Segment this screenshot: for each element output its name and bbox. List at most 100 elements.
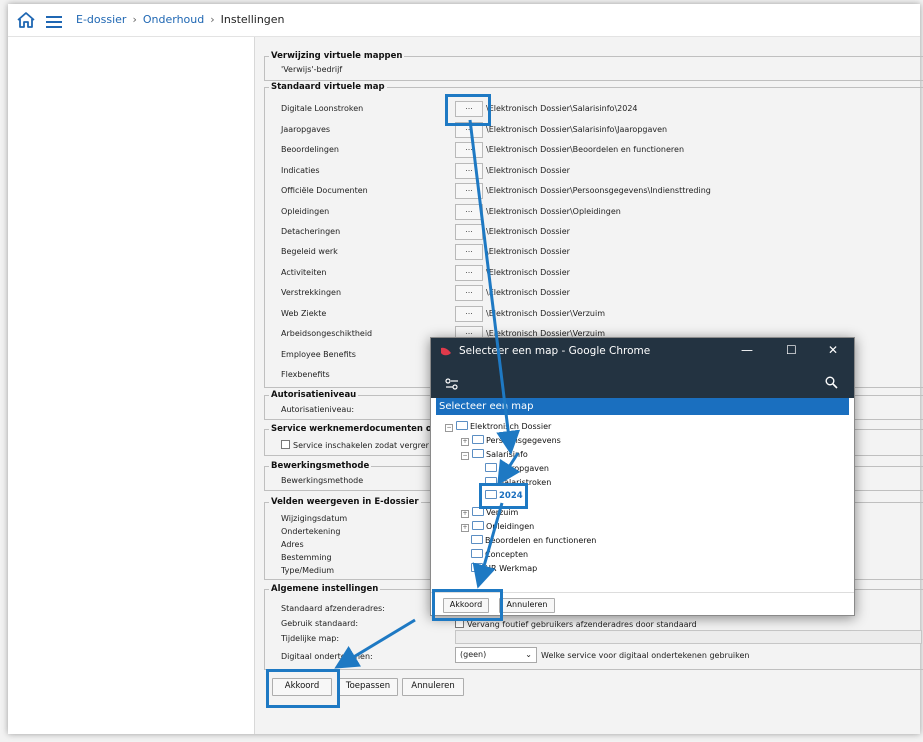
map-row-label: Digitale Loonstroken	[281, 104, 364, 113]
zoom-icon[interactable]	[825, 374, 838, 393]
browse-button[interactable]: ...	[455, 142, 483, 158]
breadcrumb: E-dossier › Onderhoud › Instellingen	[76, 13, 285, 26]
folder-icon	[471, 535, 483, 544]
tree-node-label: Verzuim	[486, 508, 519, 517]
map-row-path: \Elektronisch Dossier\Persoonsgegevens\I…	[486, 186, 711, 195]
map-row-path: \Elektronisch Dossier\Salarisinfo\2024	[486, 104, 638, 113]
map-row-label: Opleidingen	[281, 207, 330, 216]
sender-label: Standaard afzenderadres:	[281, 604, 385, 613]
expand-icon[interactable]: +	[461, 524, 469, 532]
map-row-label: Jaaropgaves	[281, 125, 331, 134]
close-icon[interactable]: ✕	[828, 343, 838, 357]
dialog-cancel-button[interactable]: Annuleren	[499, 598, 555, 613]
tree-node-label: Opleidingen	[486, 522, 535, 531]
breadcrumb-root[interactable]: E-dossier	[76, 13, 126, 26]
map-row-label: Officiële Documenten	[281, 186, 368, 195]
tree-node-label: Concepten	[485, 550, 529, 559]
service-checkbox-row[interactable]: Service inschakelen zodat vergrer	[281, 440, 429, 450]
group-legend: Algemene instellingen	[271, 584, 379, 594]
browse-button[interactable]: ...	[455, 265, 483, 281]
field-item: Adres	[281, 540, 304, 549]
highlight-ok-button	[266, 669, 340, 708]
tree-node-label: HR Werkmap	[485, 564, 538, 573]
select-folder-dialog: Selecteer een map - Google Chrome — ☐ ✕ …	[430, 337, 855, 616]
group-legend: Service werknemerdocumenten o	[271, 424, 432, 434]
browse-button[interactable]: ...	[455, 163, 483, 179]
top-bar: E-dossier › Onderhoud › Instellingen	[8, 4, 920, 37]
authorization-label: Autorisatieniveau:	[281, 405, 355, 414]
tree-node-label: Jaaropgaven	[499, 464, 549, 473]
temp-map-input[interactable]	[455, 630, 922, 644]
highlight-2024-node	[479, 483, 528, 509]
expand-icon[interactable]: +	[461, 438, 469, 446]
tree-node-persoonsgegevens[interactable]: + Persoonsgegevens	[461, 435, 561, 446]
chrome-logo-icon	[439, 344, 453, 361]
map-row-path: \Elektronisch Dossier\Verzuim	[486, 309, 606, 318]
tree-node-jaaropgaven[interactable]: Jaaropgaven	[485, 463, 549, 473]
map-row-label: Activiteiten	[281, 268, 327, 277]
group-virtual-refs: Verwijzing virtuele mappen	[264, 51, 923, 81]
tree-node-root[interactable]: − Elektronisch Dossier	[445, 421, 551, 432]
tree-node-hr-werkmap[interactable]: HR Werkmap	[471, 563, 537, 573]
use-default-text: Vervang foutief gebruikers afzenderadres…	[467, 620, 697, 629]
processing-label: Bewerkingsmethode	[281, 476, 364, 485]
field-item: Wijzigingsdatum	[281, 514, 348, 523]
expand-icon[interactable]: +	[461, 510, 469, 518]
highlight-dialog-ok	[432, 589, 503, 621]
map-row-label: Detacheringen	[281, 227, 341, 236]
dialog-window-title: Selecteer een map - Google Chrome	[459, 345, 651, 357]
folder-icon	[485, 463, 497, 472]
breadcrumb-middle[interactable]: Onderhoud	[143, 13, 204, 26]
map-row-path: \Elektronisch Dossier\Salarisinfo\Jaarop…	[486, 125, 668, 134]
map-row-label: Beoordelingen	[281, 145, 339, 154]
map-row-label: Web Ziekte	[281, 309, 327, 318]
temp-map-label: Tijdelijke map:	[281, 634, 340, 643]
tree-node-salarisinfo[interactable]: − Salarisinfo	[461, 449, 528, 460]
expand-icon[interactable]: −	[445, 424, 453, 432]
map-row-label: Arbeidsongeschiktheid	[281, 329, 373, 338]
digital-sign-select[interactable]: (geen) ⌄	[455, 647, 537, 663]
hamburger-menu-icon[interactable]	[46, 13, 62, 32]
browse-button[interactable]: ...	[455, 306, 483, 322]
map-row-label: Verstrekkingen	[281, 288, 342, 297]
group-legend: Velden weergeven in E-dossier	[271, 497, 419, 507]
field-item: Bestemming	[281, 553, 332, 562]
folder-icon	[471, 563, 483, 572]
folder-icon	[456, 421, 468, 430]
tree-node-concepten[interactable]: Concepten	[471, 549, 528, 559]
tree-node-label: Beoordelen en functioneren	[485, 536, 597, 545]
cancel-button[interactable]: Annuleren	[402, 678, 464, 696]
maximize-icon[interactable]: ☐	[786, 343, 797, 357]
apply-button[interactable]: Toepassen	[338, 678, 398, 696]
tree-node-opleidingen[interactable]: + Opleidingen	[461, 521, 534, 532]
service-checkbox[interactable]	[281, 440, 290, 449]
browse-button[interactable]: ...	[455, 204, 483, 220]
group-legend: Verwijzing virtuele mappen	[271, 51, 403, 61]
home-icon[interactable]	[16, 11, 36, 33]
browse-button[interactable]: ...	[455, 244, 483, 260]
breadcrumb-separator: ›	[132, 13, 137, 26]
folder-icon	[472, 521, 484, 530]
left-panel	[8, 37, 255, 734]
service-checkbox-label: Service inschakelen zodat vergrer	[293, 441, 429, 450]
tree-node-label: Persoonsgegevens	[486, 436, 561, 445]
browse-button[interactable]: ...	[455, 183, 483, 199]
browse-button[interactable]: ...	[455, 224, 483, 240]
folder-icon	[471, 549, 483, 558]
site-settings-icon[interactable]	[445, 375, 459, 394]
dialog-header: Selecteer een map	[436, 398, 849, 415]
expand-icon[interactable]: −	[461, 452, 469, 460]
field-item: Ondertekening	[281, 527, 341, 536]
use-default-label: Gebruik standaard:	[281, 619, 359, 628]
folder-icon	[472, 435, 484, 444]
dialog-addressbar	[431, 366, 854, 398]
map-row-path: \Elektronisch Dossier	[486, 268, 570, 277]
minimize-icon[interactable]: —	[741, 343, 753, 357]
tree-node-beoordelen[interactable]: Beoordelen en functioneren	[471, 535, 596, 545]
browse-button[interactable]: ...	[455, 285, 483, 301]
digital-sign-value: (geen)	[460, 650, 487, 659]
chevron-down-icon: ⌄	[525, 650, 532, 659]
map-row-path: \Elektronisch Dossier	[486, 166, 570, 175]
folder-icon	[472, 449, 484, 458]
map-row-path: \Elektronisch Dossier\Opleidingen	[486, 207, 621, 216]
